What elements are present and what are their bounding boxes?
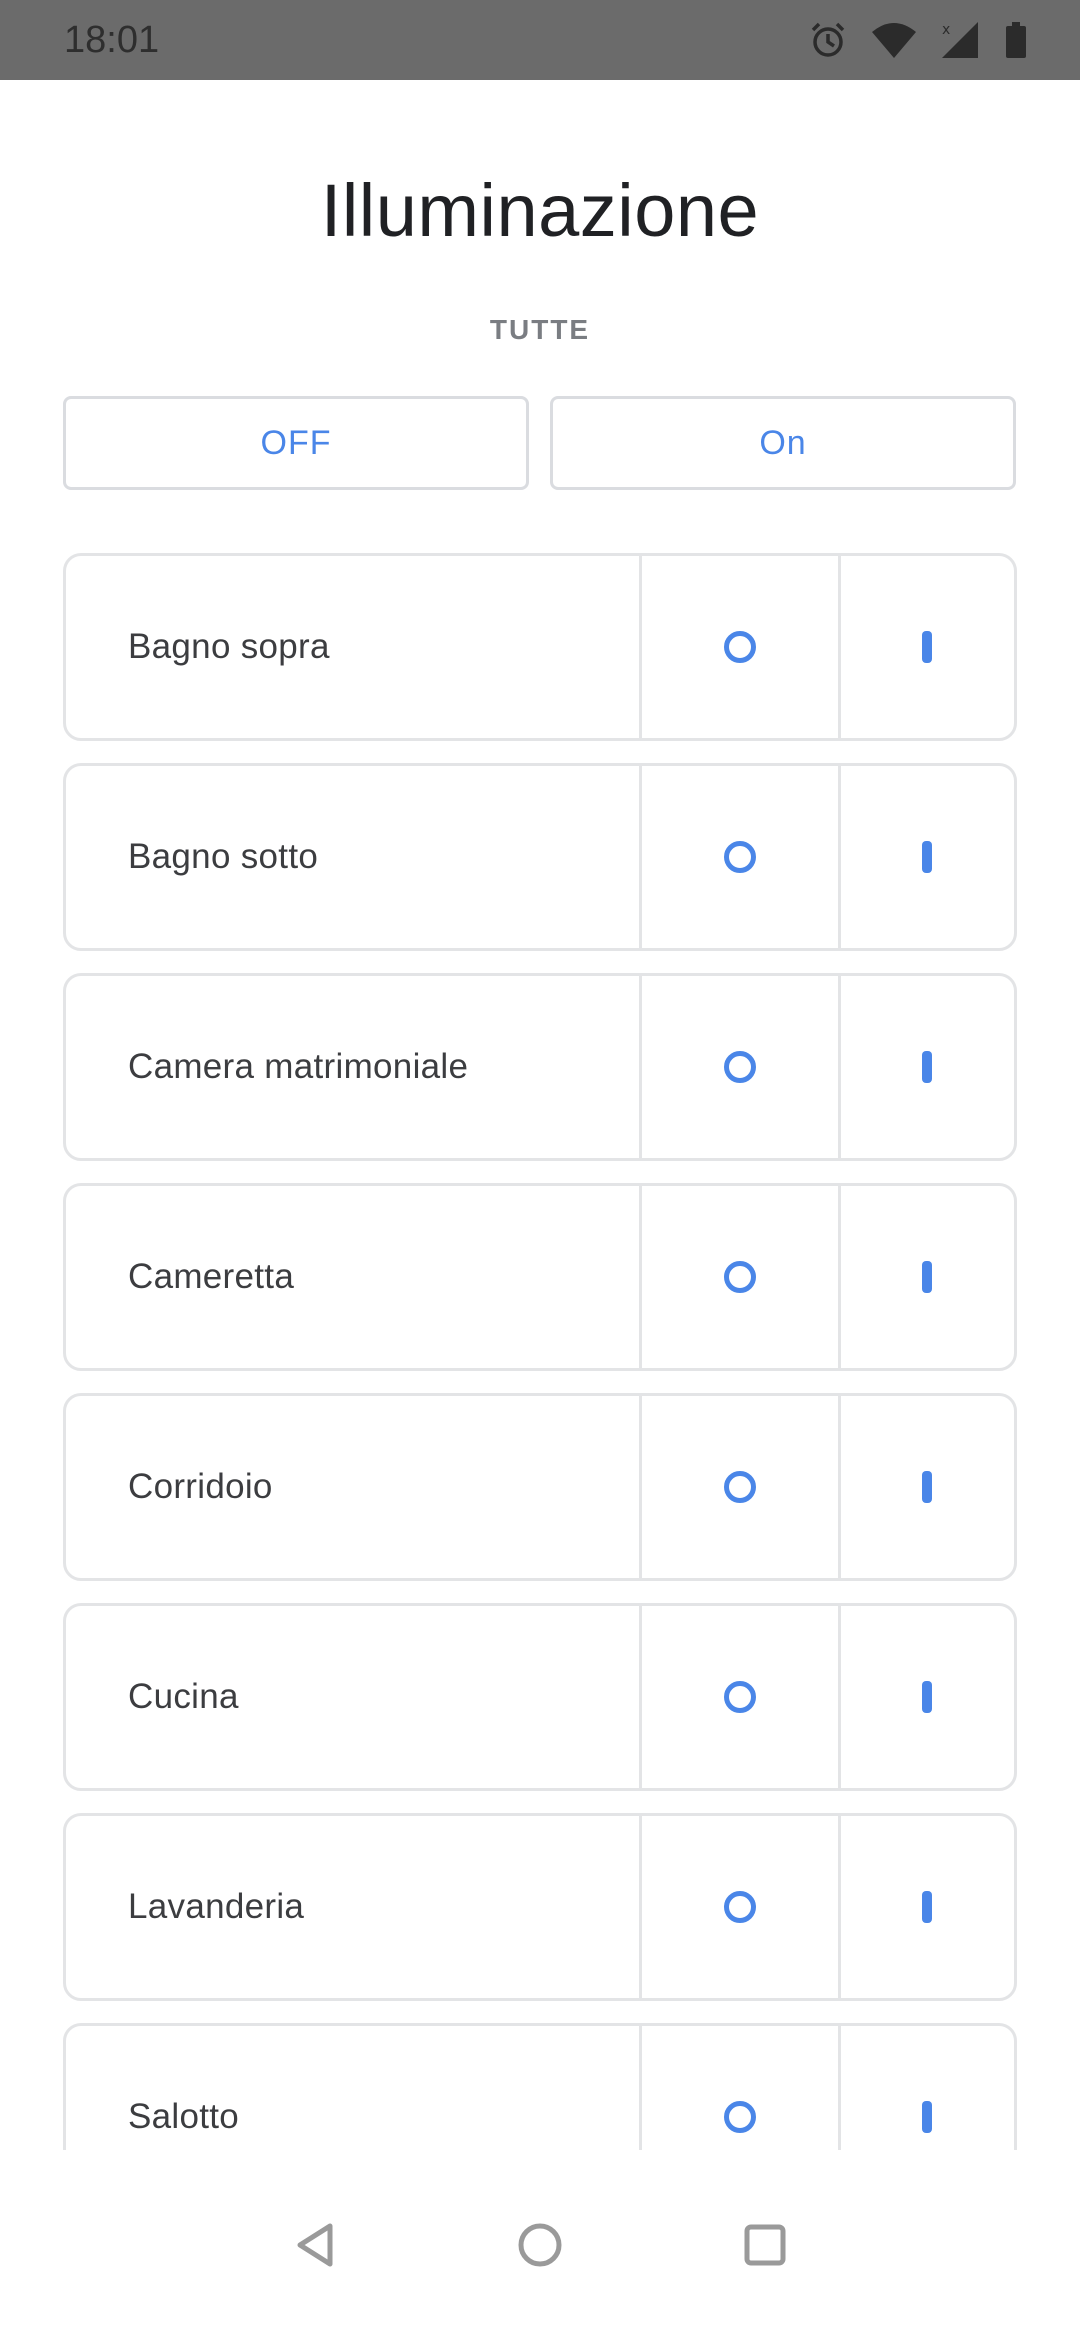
status-icons: x — [808, 20, 1028, 60]
power-on-icon — [922, 1471, 933, 1503]
back-icon[interactable] — [280, 2210, 350, 2280]
room-name: Cucina — [66, 1606, 642, 1788]
room-on-button[interactable] — [841, 976, 1015, 1158]
svg-text:x: x — [942, 22, 950, 38]
room-name: Corridoio — [66, 1396, 642, 1578]
room-on-button[interactable] — [841, 2026, 1015, 2150]
room-name: Salotto — [66, 2026, 642, 2150]
room-off-button[interactable] — [642, 1396, 841, 1578]
room-on-button[interactable] — [841, 1186, 1015, 1368]
room-on-button[interactable] — [841, 1606, 1015, 1788]
alarm-icon — [808, 20, 848, 60]
room-card-cameretta: Cameretta — [63, 1183, 1017, 1371]
room-off-button[interactable] — [642, 556, 841, 738]
power-off-icon — [723, 2101, 756, 2133]
all-on-button[interactable]: On — [550, 396, 1016, 490]
room-on-button[interactable] — [841, 766, 1015, 948]
section-label-all: TUTTE — [489, 314, 591, 345]
room-off-button[interactable] — [642, 2026, 841, 2150]
room-off-button[interactable] — [642, 976, 841, 1158]
room-on-button[interactable] — [841, 556, 1015, 738]
room-off-button[interactable] — [642, 1816, 841, 1998]
power-on-icon — [922, 841, 933, 873]
wifi-icon — [870, 20, 918, 60]
battery-icon — [1004, 20, 1028, 60]
room-list[interactable]: Bagno sopra Bagno sotto Camera matrimoni… — [63, 553, 1017, 2150]
power-on-icon — [922, 1261, 933, 1293]
room-on-button[interactable] — [841, 1816, 1015, 1998]
room-off-button[interactable] — [642, 766, 841, 948]
power-on-icon — [922, 631, 933, 663]
power-off-icon — [723, 1471, 756, 1503]
power-on-icon — [922, 1051, 933, 1083]
room-card-camera-matrimoniale: Camera matrimoniale — [63, 973, 1017, 1161]
room-off-button[interactable] — [642, 1606, 841, 1788]
power-off-icon — [723, 1261, 756, 1293]
power-off-icon — [723, 631, 756, 663]
status-bar: 18:01 x — [0, 0, 1080, 80]
room-on-button[interactable] — [841, 1396, 1015, 1578]
status-time: 18:01 — [64, 18, 160, 61]
room-card-bagno-sotto: Bagno sotto — [63, 763, 1017, 951]
room-card-salotto: Salotto — [63, 2023, 1017, 2150]
room-name: Cameretta — [66, 1186, 642, 1368]
signal-icon: x — [940, 20, 982, 60]
power-on-icon — [922, 2101, 933, 2133]
room-name: Lavanderia — [66, 1816, 642, 1998]
room-name: Camera matrimoniale — [66, 976, 642, 1158]
navigation-bar — [0, 2150, 1080, 2340]
home-icon[interactable] — [505, 2210, 575, 2280]
power-off-icon — [723, 1891, 756, 1923]
page-title: Illuminazione — [320, 169, 760, 252]
room-card-bagno-sopra: Bagno sopra — [63, 553, 1017, 741]
room-card-corridoio: Corridoio — [63, 1393, 1017, 1581]
room-card-lavanderia: Lavanderia — [63, 1813, 1017, 2001]
all-off-button[interactable]: OFF — [63, 396, 529, 490]
room-card-cucina: Cucina — [63, 1603, 1017, 1791]
power-off-icon — [723, 841, 756, 873]
power-off-icon — [723, 1681, 756, 1713]
room-off-button[interactable] — [642, 1186, 841, 1368]
room-name: Bagno sotto — [66, 766, 642, 948]
room-name: Bagno sopra — [66, 556, 642, 738]
recents-icon[interactable] — [730, 2210, 800, 2280]
power-off-icon — [723, 1051, 756, 1083]
power-on-icon — [922, 1891, 933, 1923]
power-on-icon — [922, 1681, 933, 1713]
